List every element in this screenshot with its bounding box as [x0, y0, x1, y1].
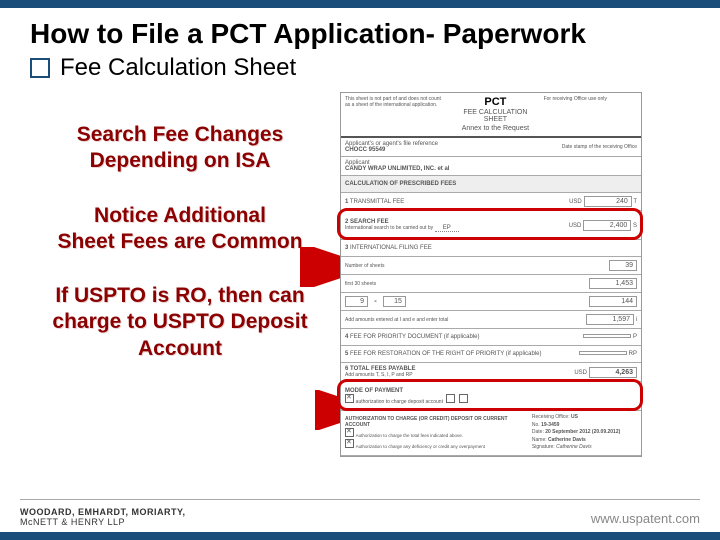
calc-header-row: CALCULATION OF PRESCRIBED FEES: [341, 176, 641, 193]
footer-url: www.uspatent.com: [591, 511, 700, 526]
emphasis-uspto-ro: If USPTO is RO, then can charge to USPTO…: [20, 283, 340, 362]
form-sheet-title: FEE CALCULATION SHEET: [455, 108, 537, 124]
left-column: Search Fee Changes Depending on ISA Noti…: [20, 92, 340, 457]
p-val: [583, 334, 631, 338]
sheets-val: 39: [609, 260, 637, 271]
right-column: This sheet is not part of and does not c…: [340, 92, 680, 457]
total-row: 6 TOTAL FEES PAYABLEAdd amounts T, S, I,…: [341, 363, 641, 382]
checkbox-deposit: [345, 394, 354, 403]
bullet-icon: [30, 58, 50, 78]
auth-charge-row: AUTHORIZATION TO CHARGE (OR CREDIT) DEPO…: [341, 411, 641, 456]
auth-name: Catherine Davis: [548, 437, 586, 443]
form-annex: Annex to the Request: [455, 124, 537, 133]
checkbox-cheque: [459, 394, 468, 403]
s-val: 2,400: [583, 220, 631, 231]
ro-country: US: [571, 414, 578, 420]
row-a: 1,453: [589, 278, 637, 289]
form-applicant-row: ApplicantCANDY WRAP UNLIMITED, INC. et a…: [341, 157, 641, 176]
filing-subtotal-row: Add amounts entered at I and e and enter…: [341, 311, 641, 329]
t-val: 240: [584, 196, 632, 207]
subtitle: Fee Calculation Sheet: [60, 54, 296, 82]
intl-filing-row: 3 INTERNATIONAL FILING FEE: [341, 240, 641, 257]
emphasis-search-fee: Search Fee Changes Depending on ISA: [20, 122, 340, 175]
checkbox-cash: [446, 394, 455, 403]
search-fee-row: 2 SEARCH FEE International search to be …: [341, 211, 641, 240]
sheets-count-row: Number of sheets 39: [341, 257, 641, 275]
filing-row-b: 9 × 15 144: [341, 293, 641, 311]
subtitle-row: Fee Calculation Sheet: [0, 50, 720, 82]
firm-logo: WOODARD, EMHARDT, MORIARTY, McNETT & HEN…: [20, 508, 186, 528]
restoration-row: 5 FEE FOR RESTORATION OF THE RIGHT OF PR…: [341, 346, 641, 363]
rp-val: [579, 351, 627, 355]
form-header: This sheet is not part of and does not c…: [341, 93, 641, 138]
row-b3: 144: [589, 296, 637, 307]
priority-doc-row: 4 FEE FOR PRIORITY DOCUMENT (if applicab…: [341, 329, 641, 346]
file-ref-val: CHOCC 95549: [345, 147, 385, 153]
page-title: How to File a PCT Application- Paperwork: [0, 8, 720, 50]
auth-date: 20 September 2012 (20.09.2012): [545, 429, 620, 435]
bottom-accent-bar: [0, 532, 720, 540]
subtotal: 1,597: [586, 314, 634, 325]
intl-filing-label: INTERNATIONAL FILING FEE: [350, 245, 432, 251]
mode-payment-row: MODE OF PAYMENT authorization to charge …: [341, 382, 641, 411]
calc-header: CALCULATION OF PRESCRIBED FEES: [345, 181, 456, 187]
form-pct-label: PCT: [455, 96, 537, 108]
fee-calculation-form: This sheet is not part of and does not c…: [340, 92, 642, 457]
transmittal-fee-row: 1 TRANSMITTAL FEE USD240 T: [341, 193, 641, 211]
applicant-val: CANDY WRAP UNLIMITED, INC. et al: [345, 166, 449, 172]
emphasis-additional-sheet: Notice Additional Sheet Fees are Common: [20, 203, 340, 256]
footer: WOODARD, EMHARDT, MORIARTY, McNETT & HEN…: [0, 499, 720, 540]
acct-num: 19-3459: [541, 422, 559, 428]
top-accent-bar: [0, 0, 720, 8]
emph2-l2: Sheet Fees are Common: [57, 230, 302, 253]
checkbox-auth1: [345, 428, 354, 437]
emph2-l1: Notice Additional: [94, 204, 266, 227]
checkbox-auth2: [345, 439, 354, 448]
form-file-ref-row: Applicant's or agent's file referenceCHO…: [341, 138, 641, 157]
total-val: 4,263: [589, 367, 637, 378]
content-area: Search Fee Changes Depending on ISA Noti…: [0, 82, 720, 457]
filing-row-a: first 30 sheets 1,453: [341, 275, 641, 293]
isa-code: EP: [435, 225, 459, 232]
logo-line2: McNETT & HENRY LLP: [20, 518, 186, 528]
